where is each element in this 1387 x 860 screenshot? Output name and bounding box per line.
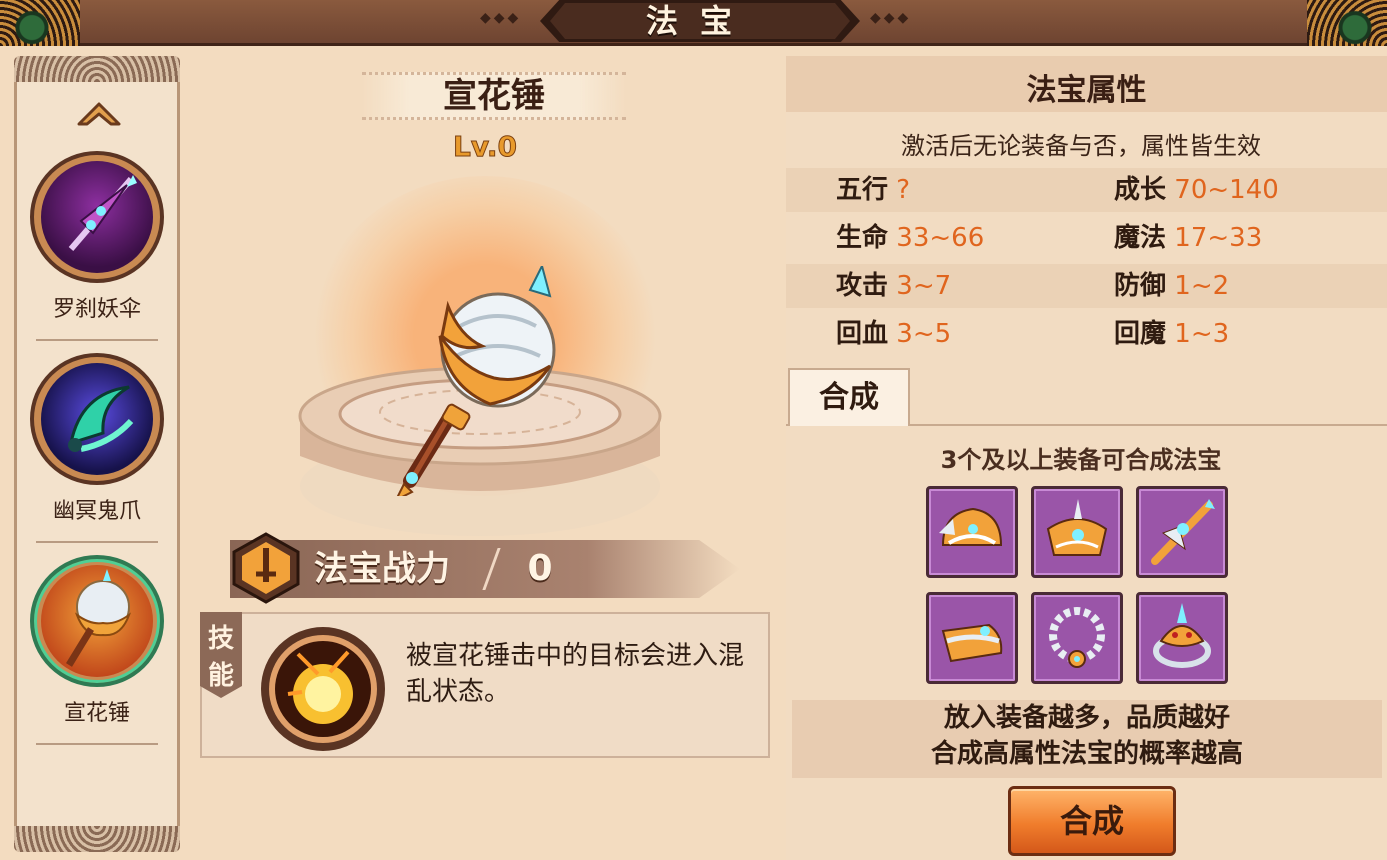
power-value: 0 [527, 548, 553, 589]
attr-value: 33~66 [896, 223, 985, 253]
attr-value: ? [896, 175, 911, 205]
skill-tag-char: 技 [207, 624, 234, 654]
compose-hint-line: 合成高属性法宝的概率越高 [930, 739, 1243, 769]
skill-description: 被宣花锤击中的目标会进入混乱状态。 [406, 641, 745, 707]
attribute-row: 生命 33~66 魔法 17~33 [786, 216, 1387, 260]
attr-value: 17~33 [1174, 223, 1263, 253]
ghost-claw-icon [30, 353, 164, 486]
corner-ornament-right [1307, 0, 1387, 46]
treasure-name: 宣花锤 [443, 76, 545, 116]
attr-value: 1~3 [1174, 319, 1230, 349]
ring-icon [1153, 603, 1211, 668]
attr-key: 成长 [1114, 175, 1167, 205]
necklace-icon [1049, 607, 1105, 668]
sidebar-item-label: 罗刹妖伞 [52, 297, 141, 323]
compose-note: 3个及以上装备可合成法宝 [940, 446, 1222, 474]
sidebar-item-umbrella[interactable]: 罗刹妖伞 [27, 151, 167, 341]
tab-compose[interactable]: 合成 [788, 368, 910, 426]
attribute-panel: 法宝属性 激活后无论装备与否，属性皆生效 五行 ? 成长 70~140 生命 3… [786, 56, 1387, 860]
attr-value: 3~5 [896, 319, 952, 349]
corner-ornament-left [0, 0, 80, 46]
attribute-row: 攻击 3~7 防御 1~2 [786, 264, 1387, 308]
equipment-slot[interactable] [926, 592, 1018, 684]
sidebar-cap-bottom [14, 826, 180, 852]
scroll-up-icon[interactable] [75, 95, 123, 131]
treasure-display: 宣花锤 Lv.0 法宝战力 0 技 能 被宣花锤击中的目标会进入混乱状态。 [190, 56, 780, 856]
treasure-list-sidebar: 罗刹妖伞 幽冥鬼爪 宣花锤 [14, 56, 180, 852]
compose-hint: 放入装备越多，品质越好 合成高属性法宝的概率越高 [792, 700, 1382, 778]
sidebar-cap-top [14, 56, 180, 82]
attribute-row: 五行 ? 成长 70~140 [786, 168, 1387, 212]
equipment-slot[interactable] [926, 486, 1018, 578]
treasure-level: Lv.0 [453, 130, 518, 164]
boots-icon [941, 623, 1003, 663]
attr-key: 防御 [1114, 271, 1167, 301]
attribute-title: 法宝属性 [786, 56, 1387, 112]
skill-box: 技 能 被宣花锤击中的目标会进入混乱状态。 [200, 612, 770, 758]
umbrella-weapon-icon [30, 151, 164, 284]
sidebar-item-ghost-claw[interactable]: 幽冥鬼爪 [27, 353, 167, 543]
skill-tag: 技 能 [200, 612, 242, 698]
attr-key: 生命 [836, 223, 889, 253]
attr-key: 回魔 [1114, 319, 1167, 349]
divider [36, 541, 158, 543]
flower-hammer-artwork-icon[interactable] [390, 266, 570, 496]
equipment-slot[interactable] [1136, 486, 1228, 578]
attr-key: 攻击 [836, 271, 889, 301]
skill-tag-char: 能 [207, 661, 234, 691]
attr-key: 回血 [836, 319, 889, 349]
attr-value: 3~7 [896, 271, 952, 301]
attr-value: 70~140 [1174, 175, 1279, 205]
power-sword-icon [232, 532, 300, 604]
equipment-slot[interactable] [1031, 592, 1123, 684]
page-title: 法宝 [645, 2, 754, 40]
divider [36, 743, 158, 745]
skill-fireball-icon[interactable] [258, 624, 388, 754]
weapon-icon [1151, 499, 1215, 565]
sidebar-item-label: 宣花锤 [63, 701, 130, 727]
flower-hammer-icon [30, 555, 164, 688]
sidebar-item-flower-hammer[interactable]: 宣花锤 [27, 555, 167, 745]
helmet-icon [939, 507, 1003, 546]
attr-key: 魔法 [1114, 223, 1167, 253]
attr-key: 五行 [836, 175, 889, 205]
equipment-slot[interactable] [1031, 486, 1123, 578]
compose-button[interactable]: 合成 [1008, 786, 1176, 856]
title-ornament-right: ◆◆◆ [870, 10, 912, 26]
attr-value: 1~2 [1174, 271, 1230, 301]
power-label: 法宝战力 [314, 549, 450, 589]
crown-icon [1046, 499, 1108, 556]
attribute-note: 激活后无论装备与否，属性皆生效 [901, 132, 1261, 160]
compose-hint-line: 放入装备越多，品质越好 [943, 703, 1230, 733]
divider [36, 339, 158, 341]
attribute-row: 回血 3~5 回魔 1~3 [786, 312, 1387, 356]
sidebar-item-label: 幽冥鬼爪 [52, 499, 141, 525]
title-ornament-left: ◆◆◆ [480, 10, 522, 26]
equipment-slot[interactable] [1136, 592, 1228, 684]
